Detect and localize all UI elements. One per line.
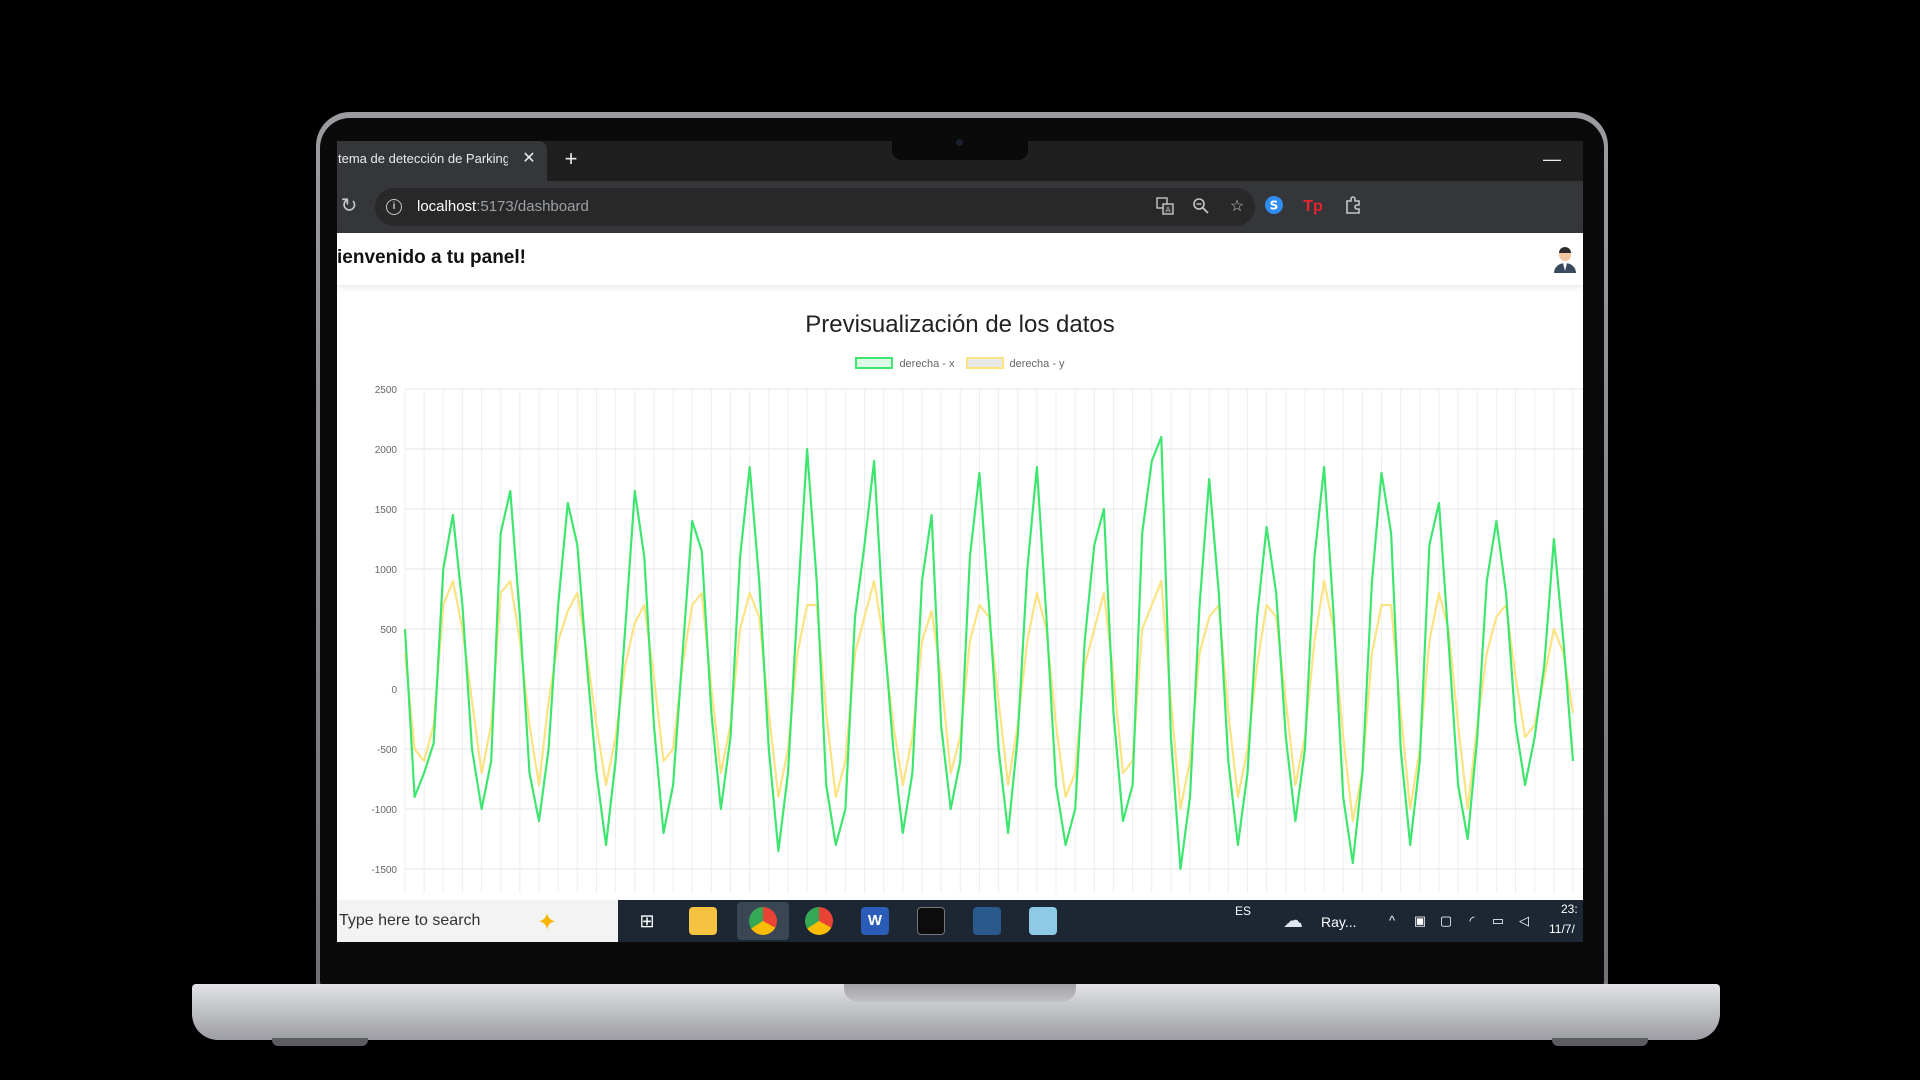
camera-icon bbox=[956, 139, 963, 146]
security-icon[interactable]: ▣ bbox=[1411, 912, 1429, 930]
laptop-foot-left bbox=[272, 1038, 368, 1046]
zoom-icon[interactable] bbox=[1190, 197, 1212, 217]
language-indicator[interactable]: ES bbox=[1235, 904, 1251, 918]
battery-icon[interactable]: ▭ bbox=[1489, 912, 1507, 930]
url-text[interactable]: localhost:5173/dashboard bbox=[417, 198, 589, 215]
taskbar-search-placeholder: Type here to search bbox=[339, 912, 481, 929]
new-tab-icon[interactable]: + bbox=[559, 147, 583, 171]
minimize-icon[interactable]: — bbox=[1540, 147, 1564, 171]
y-tick-label: 500 bbox=[380, 625, 397, 636]
notes-app-icon[interactable] bbox=[1029, 907, 1057, 935]
weather-label[interactable]: Ray... bbox=[1321, 914, 1357, 930]
word-icon[interactable]: W bbox=[861, 907, 889, 935]
user-avatar-icon[interactable] bbox=[1553, 247, 1577, 273]
url-path: :5173/dashboard bbox=[476, 198, 589, 215]
task-view-icon[interactable]: ⊞ bbox=[633, 907, 661, 935]
chart-legend: derecha - x derecha - y bbox=[337, 357, 1583, 373]
file-explorer-icon[interactable] bbox=[689, 907, 717, 935]
tab-title: tema de detección de Parking bbox=[338, 151, 508, 166]
y-tick-label: 2500 bbox=[375, 385, 398, 396]
wifi-icon[interactable]: ◜ bbox=[1463, 912, 1481, 930]
legend-swatch-x bbox=[855, 357, 894, 369]
mysql-workbench-icon[interactable] bbox=[973, 907, 1001, 935]
weather-cloud-icon[interactable]: ☁ bbox=[1283, 907, 1311, 935]
y-tick-label: 1000 bbox=[375, 565, 398, 576]
y-tick-label: 0 bbox=[391, 685, 397, 696]
laptop-opening-groove bbox=[844, 984, 1076, 1002]
extension-s-label: S bbox=[1270, 199, 1279, 213]
volume-icon[interactable]: ◁ bbox=[1515, 912, 1533, 930]
reload-icon[interactable]: ↻ bbox=[337, 194, 361, 218]
terminal-icon[interactable] bbox=[917, 907, 945, 935]
laptop-foot-right bbox=[1552, 1038, 1648, 1046]
bookmark-star-icon[interactable]: ☆ bbox=[1226, 197, 1248, 217]
svg-text:A: A bbox=[1166, 206, 1171, 214]
y-tick-label: -500 bbox=[377, 745, 397, 756]
translate-icon[interactable]: A bbox=[1154, 197, 1176, 217]
meet-icon[interactable]: ▢ bbox=[1437, 912, 1455, 930]
sparkle-icon: ✦ bbox=[537, 909, 558, 936]
clock-time[interactable]: 23: bbox=[1561, 902, 1578, 916]
series-line-x bbox=[403, 435, 1575, 871]
legend-swatch-y bbox=[965, 357, 1004, 369]
chevron-up-icon[interactable]: ^ bbox=[1383, 912, 1401, 930]
taskbar-search-box[interactable]: Type here to search ✦ bbox=[337, 900, 618, 942]
browser-tab[interactable]: tema de detección de Parking ✕ bbox=[337, 141, 547, 181]
extensions-puzzle-icon[interactable] bbox=[1341, 195, 1365, 219]
legend-label-y: derecha - y bbox=[1009, 358, 1065, 370]
close-icon[interactable]: ✕ bbox=[519, 149, 539, 169]
y-tick-label: -1500 bbox=[371, 865, 397, 876]
chrome-icon[interactable] bbox=[749, 907, 777, 935]
extension-tp-icon[interactable]: Tp bbox=[1301, 195, 1325, 219]
windows-taskbar: Type here to search ✦ ⊞ W ES ☁ Ray... ^ … bbox=[337, 900, 1583, 942]
address-bar[interactable]: i localhost:5173/dashboard A ☆ bbox=[375, 188, 1255, 226]
line-chart: 2500 2000 1500 1000 500 0 -500 -1000 -1500 bbox=[371, 385, 1583, 893]
y-tick-label: 1500 bbox=[375, 505, 398, 516]
legend-item-x[interactable]: derecha - x bbox=[855, 357, 954, 370]
chrome-profile-icon[interactable] bbox=[805, 907, 833, 935]
legend-item-y[interactable]: derecha - y bbox=[965, 357, 1065, 370]
app-header: ienvenido a tu panel! bbox=[337, 233, 1583, 285]
info-icon[interactable]: i bbox=[386, 199, 402, 215]
url-host: localhost bbox=[417, 198, 477, 215]
browser-toolbar: ↻ i localhost:5173/dashboard A ☆ S Tp bbox=[337, 181, 1583, 233]
y-tick-label: -1000 bbox=[371, 805, 397, 816]
chart-title: Previsualización de los datos bbox=[805, 311, 1115, 338]
laptop-screen: tema de detección de Parking ✕ + — ↻ i l… bbox=[337, 141, 1583, 942]
y-tick-label: 2000 bbox=[375, 445, 398, 456]
welcome-heading: ienvenido a tu panel! bbox=[337, 247, 526, 268]
extension-s-icon[interactable]: S bbox=[1262, 195, 1286, 219]
legend-label-x: derecha - x bbox=[899, 358, 955, 370]
clock-date[interactable]: 11/7/ bbox=[1549, 922, 1575, 936]
